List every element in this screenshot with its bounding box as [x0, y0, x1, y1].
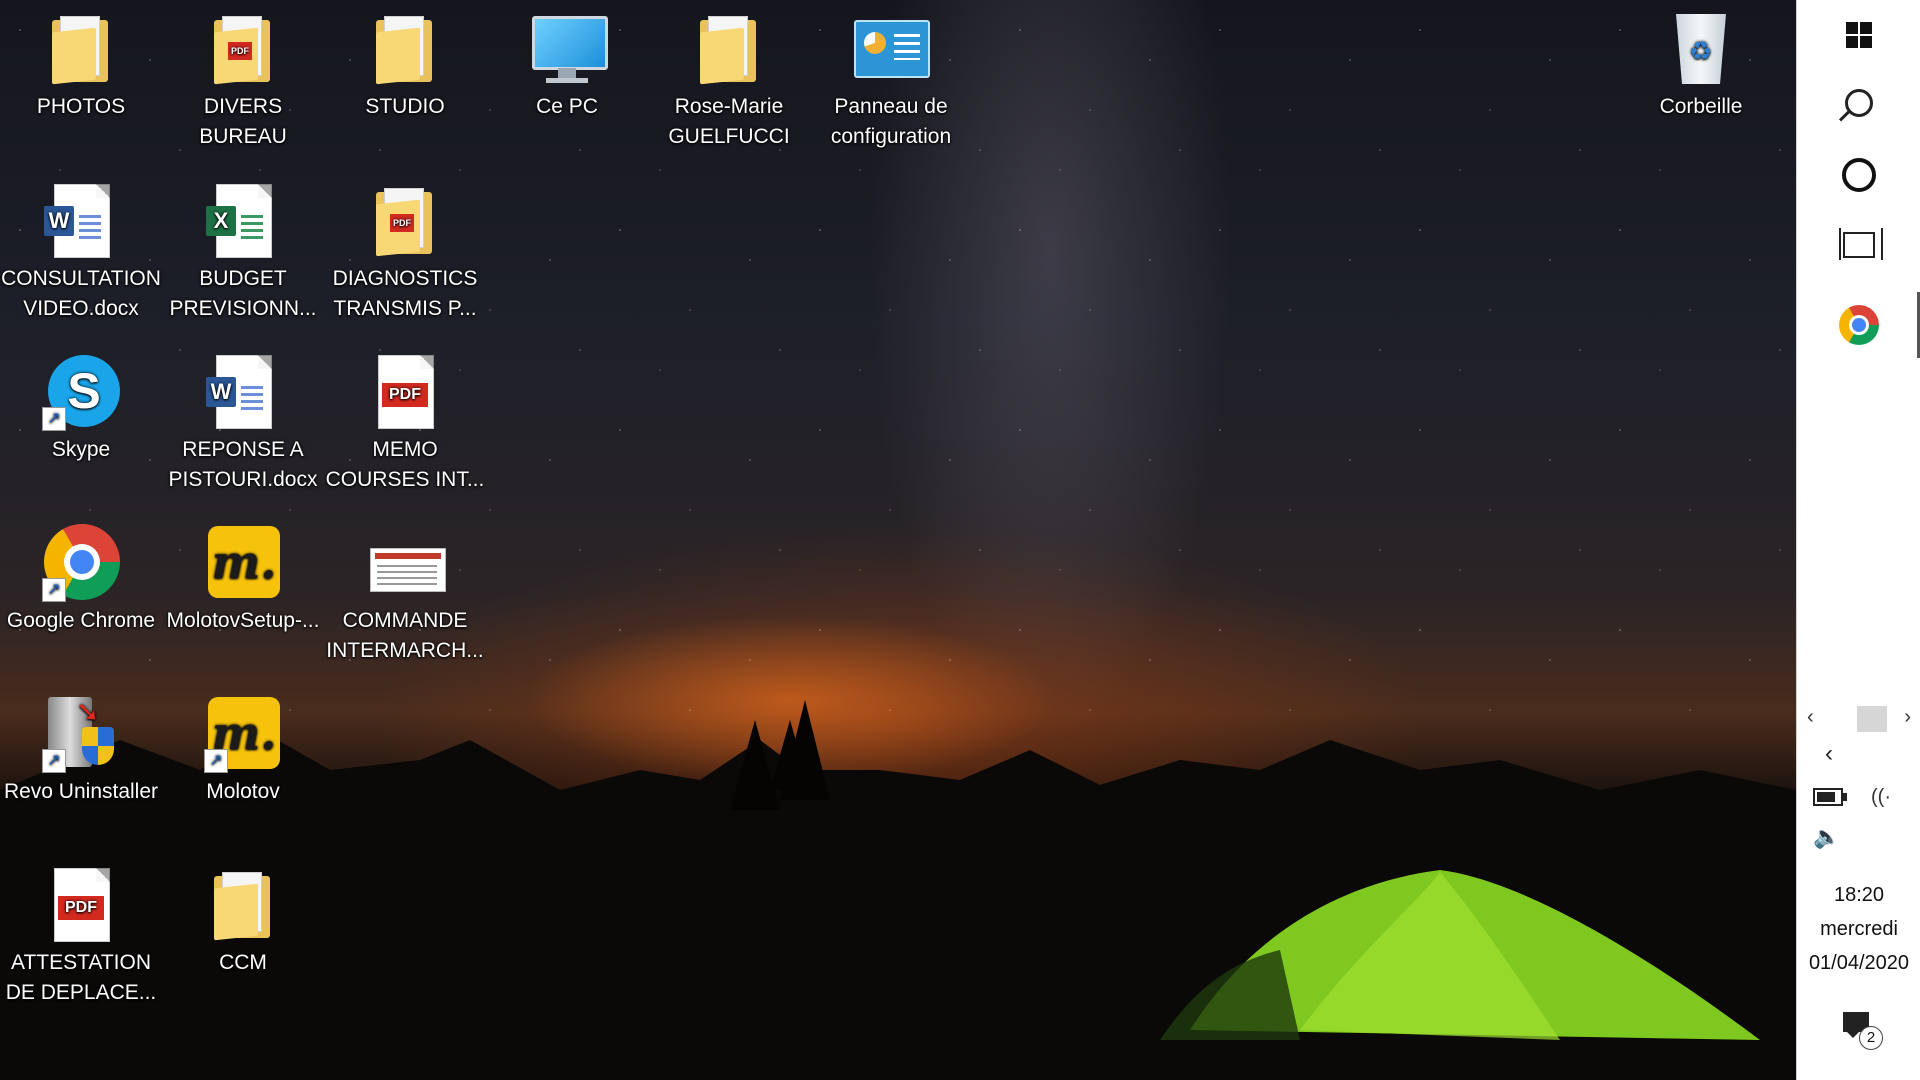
folder-icon — [690, 10, 768, 88]
icon-label: Google Chrome — [6, 609, 156, 632]
start-button[interactable] — [1797, 0, 1920, 70]
skype-icon: S ↗ — [42, 353, 120, 431]
chrome-icon — [1839, 305, 1879, 345]
desktop-icon-consultation-video[interactable]: W CONSULTATION VIDEO.docx — [0, 172, 162, 324]
folder-icon: PDF — [366, 182, 444, 260]
desktop-icon-rose-marie[interactable]: Rose-Marie GUELFUCCI — [648, 0, 810, 152]
desktop-icon-studio[interactable]: STUDIO — [324, 0, 486, 122]
desktop-icon-commande-intermarche[interactable]: COMMANDE INTERMARCH... — [324, 514, 486, 666]
desktop-icon-ce-pc[interactable]: Ce PC — [486, 0, 648, 122]
scroll-thumb[interactable] — [1857, 706, 1887, 732]
icon-label: REPONSE A PISTOURI.docx — [168, 438, 318, 491]
scroll-left-button[interactable]: ‹ — [1807, 706, 1814, 729]
icon-label: Skype — [51, 438, 111, 461]
show-hidden-icons-button[interactable]: ‹ — [1825, 740, 1833, 768]
desktop-icon-molotov[interactable]: m. ↗ Molotov — [162, 685, 324, 807]
icon-label: MolotovSetup-... — [166, 609, 320, 632]
battery-icon[interactable] — [1813, 788, 1847, 806]
folder-icon — [204, 866, 282, 944]
desktop-icon-panneau-configuration[interactable]: Panneau de configuration — [810, 0, 972, 152]
icon-label: CCM — [219, 951, 267, 974]
desktop-icon-diagnostics[interactable]: PDF DIAGNOSTICS TRANSMIS P... — [324, 172, 486, 324]
computer-icon — [528, 10, 608, 88]
shortcut-arrow-icon: ↗ — [42, 407, 66, 431]
desktop-icon-attestation[interactable]: PDF ATTESTATION DE DEPLACE... — [0, 856, 162, 1008]
icon-label: DIAGNOSTICS TRANSMIS P... — [332, 267, 478, 320]
icon-label: Ce PC — [536, 95, 598, 118]
icon-label: MEMO COURSES INT... — [325, 438, 485, 491]
desktop-icon-corbeille[interactable]: ♻ Corbeille — [1620, 0, 1782, 122]
volume-icon[interactable]: 🔈 — [1813, 824, 1840, 850]
icon-label: Revo Uninstaller — [3, 780, 159, 803]
clock-time[interactable]: 18:20 — [1797, 884, 1920, 907]
wifi-icon[interactable]: ((· — [1871, 786, 1891, 809]
task-view-button[interactable] — [1797, 210, 1920, 280]
molotov-icon: m. — [204, 524, 282, 602]
desktop-icon-revo-uninstaller[interactable]: ➘ ↗ Revo Uninstaller — [0, 685, 162, 807]
desktop-icon-molotov-setup[interactable]: m. MolotovSetup-... — [162, 514, 324, 636]
desktop-icon-photos[interactable]: PHOTOS — [0, 0, 162, 122]
clock-day[interactable]: mercredi — [1797, 918, 1920, 941]
desktop-icon-google-chrome[interactable]: ↗ Google Chrome — [0, 514, 162, 636]
icon-label: Molotov — [206, 780, 280, 803]
action-center-button[interactable]: 2 — [1843, 1010, 1883, 1050]
icon-label: STUDIO — [365, 95, 445, 118]
desktop-icon-skype[interactable]: S ↗ Skype — [0, 343, 162, 465]
icon-label: Panneau de configuration — [830, 95, 952, 148]
desktop-icon-budget-previsionnel[interactable]: X BUDGET PREVISIONN... — [162, 172, 324, 324]
desktop-icon-memo-courses[interactable]: PDF MEMO COURSES INT... — [324, 343, 486, 495]
excel-document-icon: X — [204, 182, 282, 260]
icon-label: ATTESTATION DE DEPLACE... — [5, 951, 157, 1004]
cortana-button[interactable] — [1797, 140, 1920, 210]
icon-label: Corbeille — [1659, 95, 1743, 118]
revo-uninstaller-icon: ➘ ↗ — [42, 695, 120, 773]
control-panel-icon — [852, 10, 930, 88]
word-document-icon: W — [204, 353, 282, 431]
shortcut-arrow-icon: ↗ — [42, 749, 66, 773]
desktop-icon-reponse-pistouri[interactable]: W REPONSE A PISTOURI.docx — [162, 343, 324, 495]
pdf-document-icon: PDF — [366, 353, 444, 431]
icon-label: CONSULTATION VIDEO.docx — [1, 267, 161, 320]
folder-icon: PDF — [204, 10, 282, 88]
task-view-icon — [1839, 228, 1883, 260]
icon-label: BUDGET PREVISIONN... — [169, 267, 317, 320]
document-icon — [366, 524, 446, 602]
molotov-icon: m. ↗ — [204, 695, 282, 773]
shortcut-arrow-icon: ↗ — [204, 749, 228, 773]
icon-label: PHOTOS — [36, 95, 126, 118]
desktop-icon-divers-bureau[interactable]: PDF DIVERS BUREAU — [162, 0, 324, 152]
word-document-icon: W — [42, 182, 120, 260]
folder-icon — [42, 10, 120, 88]
notification-count-badge: 2 — [1859, 1026, 1883, 1050]
search-button[interactable] — [1797, 68, 1920, 138]
chrome-icon: ↗ — [42, 524, 120, 602]
windows-logo-icon — [1846, 22, 1872, 48]
icon-label: COMMANDE INTERMARCH... — [326, 609, 484, 662]
recycle-bin-icon: ♻ — [1662, 10, 1740, 88]
folder-icon — [366, 10, 444, 88]
icon-label: DIVERS BUREAU — [199, 95, 287, 148]
desktop: PHOTOS W CONSULTATION VIDEO.docx S ↗ Sky… — [0, 0, 1796, 1080]
taskbar-app-chrome[interactable] — [1797, 290, 1920, 360]
shortcut-arrow-icon: ↗ — [42, 578, 66, 602]
taskbar-scrollbar[interactable]: ‹ › — [1797, 702, 1920, 734]
cortana-icon — [1842, 158, 1876, 192]
icon-label: Rose-Marie GUELFUCCI — [668, 95, 790, 148]
search-icon — [1845, 89, 1873, 117]
clock-date[interactable]: 01/04/2020 — [1797, 952, 1920, 975]
taskbar: ‹ › ‹ ((· 🔈 18:20 mercredi 01/04/2020 2 — [1796, 0, 1920, 1080]
scroll-right-button[interactable]: › — [1904, 706, 1911, 729]
desktop-icon-ccm[interactable]: CCM — [162, 856, 324, 978]
pdf-document-icon: PDF — [42, 866, 120, 944]
